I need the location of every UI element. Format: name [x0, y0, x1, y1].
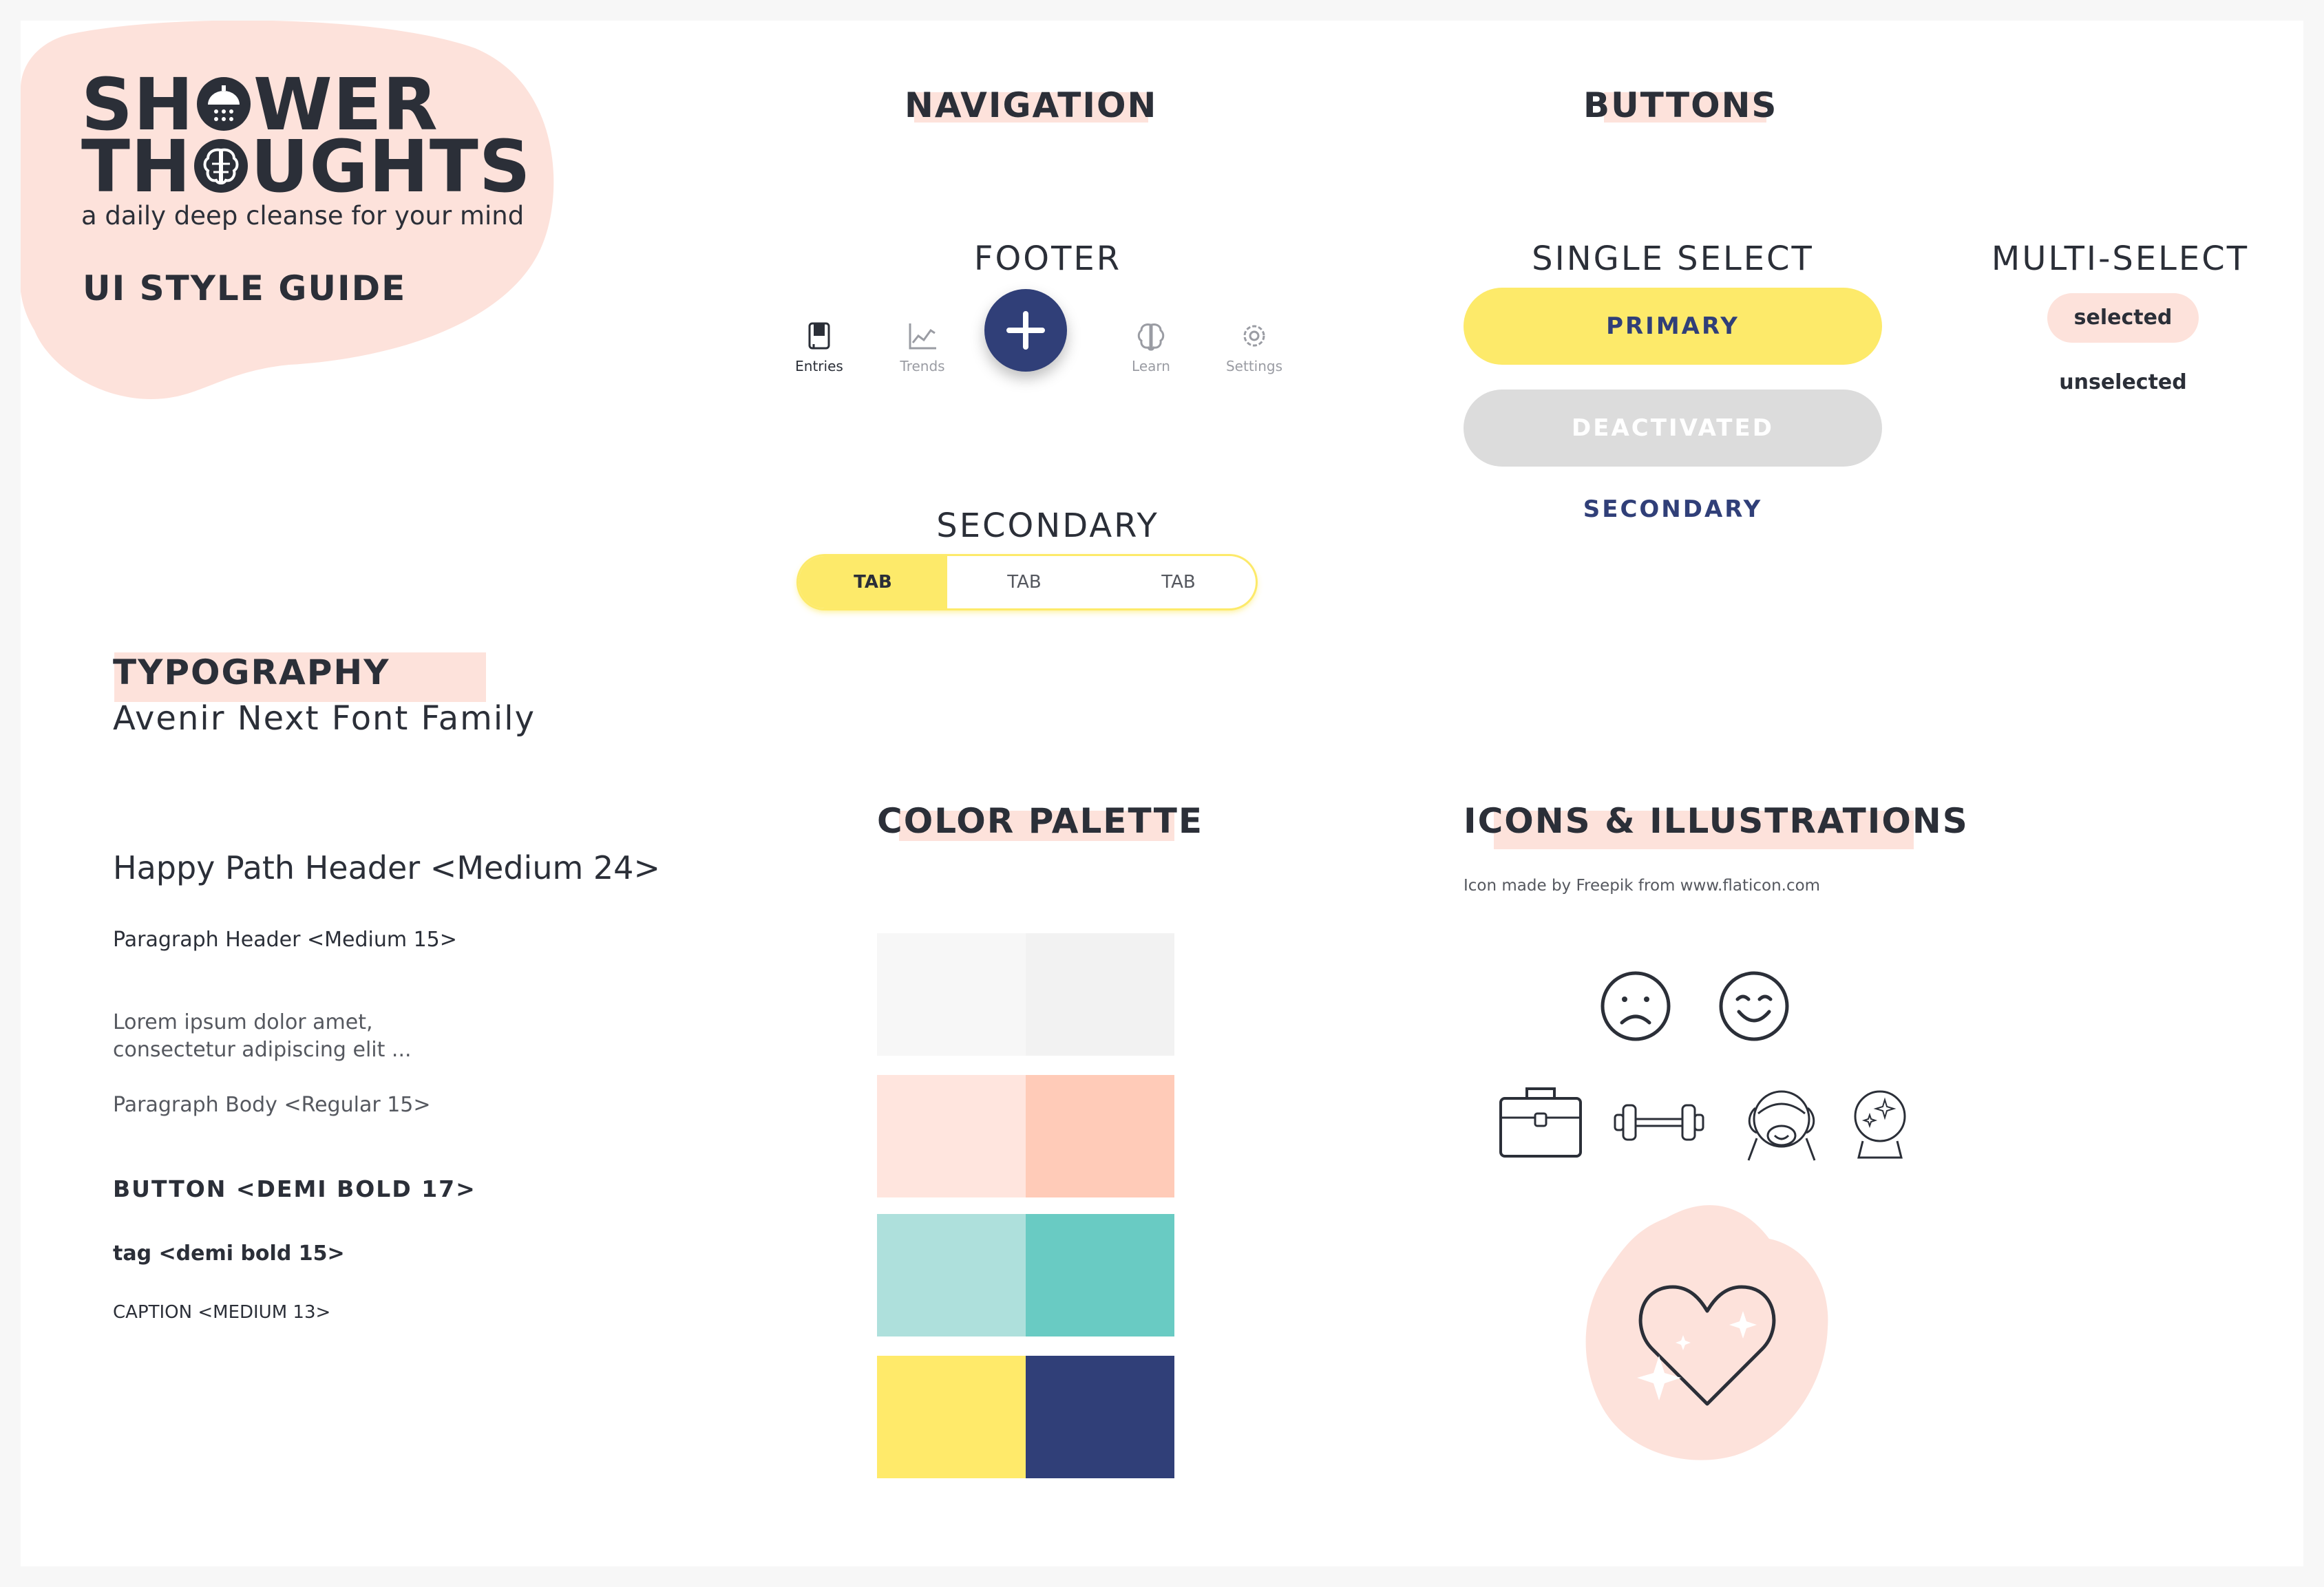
tag-unselected[interactable]: unselected	[2047, 362, 2199, 403]
nav-item-trends[interactable]: Trends	[881, 321, 964, 374]
swatch-r4-c1	[877, 1356, 1026, 1478]
plus-icon	[1006, 311, 1045, 350]
secondary-nav-heading: SECONDARY	[936, 507, 1159, 545]
heart-sparkle-icon	[1585, 1205, 1828, 1460]
icons-heading: ICONS & ILLUSTRATIONS	[1464, 801, 1969, 841]
swatch-r4-c2	[1026, 1356, 1174, 1478]
swatch-r3-c1	[877, 1214, 1026, 1336]
icon-credit: Icon made by Freepik from www.flaticon.c…	[1464, 877, 1821, 895]
nav-label: Trends	[900, 358, 945, 374]
multi-select-heading: MULTI-SELECT	[1991, 239, 2250, 278]
tab-3[interactable]: TAB	[1101, 556, 1256, 608]
sample-paragraph-header: Paragraph Header <Medium 15>	[113, 928, 457, 952]
swatch-r3-c2	[1026, 1214, 1174, 1336]
nav-label: Learn	[1132, 358, 1170, 374]
crystal-ball-icon	[1854, 1090, 1906, 1159]
nav-item-entries[interactable]: Entries	[778, 321, 860, 374]
guide-title: UI STYLE GUIDE	[83, 268, 407, 308]
sample-button: BUTTON <DEMI BOLD 17>	[113, 1175, 476, 1202]
swatch-r2-c1	[877, 1075, 1026, 1197]
sample-lorem-line2: consectetur adipiscing elit ...	[113, 1038, 412, 1062]
sample-caption: CAPTION <MEDIUM 13>	[113, 1302, 331, 1323]
nav-label: Settings	[1225, 358, 1283, 374]
footer-heading: FOOTER	[973, 239, 1122, 278]
shower-head-icon	[196, 77, 251, 131]
font-family-label: Avenir Next Font Family	[113, 699, 536, 738]
gear-icon	[1243, 325, 1265, 347]
color-palette-heading: COLOR PALETTE	[877, 801, 1203, 841]
sample-header: Happy Path Header <Medium 24>	[113, 849, 660, 886]
sample-tag: tag <demi bold 15>	[113, 1242, 345, 1266]
buttons-heading: BUTTONS	[1583, 85, 1778, 125]
sample-paragraph-body: Paragraph Body <Regular 15>	[113, 1093, 431, 1117]
secondary-button[interactable]: SECONDARY	[1464, 489, 1882, 530]
monkey-icon	[1747, 1090, 1816, 1161]
trend-chart-icon	[909, 323, 936, 350]
nav-label: Entries	[795, 358, 843, 374]
deactivated-button[interactable]: DEACTIVATED	[1464, 390, 1882, 467]
tag-selected[interactable]: selected	[2047, 293, 2199, 343]
brain-logo-icon	[193, 139, 248, 193]
secondary-tabs: TAB TAB TAB	[799, 556, 1256, 608]
sad-face-icon	[1601, 971, 1671, 1041]
nav-item-learn[interactable]: Learn	[1110, 321, 1192, 374]
tagline: a daily deep cleanse for your mind	[81, 201, 525, 231]
swatch-r1-c1	[877, 933, 1026, 1056]
tab-2[interactable]: TAB	[947, 556, 1101, 608]
logo-thoughts: TH UGHTS	[81, 131, 531, 202]
journal-icon	[808, 322, 830, 350]
swatch-r1-c2	[1026, 933, 1174, 1056]
logo-text-part: TH	[81, 125, 191, 209]
add-entry-button[interactable]	[984, 289, 1067, 372]
briefcase-icon	[1499, 1087, 1582, 1158]
brain-icon	[1137, 323, 1165, 351]
navigation-heading: NAVIGATION	[905, 85, 1158, 125]
swatch-r2-c2	[1026, 1075, 1174, 1197]
style-guide-board: SH WER TH UGHTS a daily deep cleanse for…	[21, 21, 2303, 1566]
tab-1[interactable]: TAB	[799, 556, 947, 608]
dumbbell-icon	[1614, 1104, 1704, 1141]
primary-button[interactable]: PRIMARY	[1464, 288, 1882, 365]
single-select-heading: SINGLE SELECT	[1532, 239, 1814, 278]
logo-text-part: UGHTS	[250, 125, 531, 209]
sample-lorem-line1: Lorem ipsum dolor amet,	[113, 1010, 373, 1034]
typography-heading: TYPOGRAPHY	[113, 652, 390, 692]
happy-face-icon	[1719, 971, 1789, 1041]
nav-item-settings[interactable]: Settings	[1213, 321, 1296, 374]
